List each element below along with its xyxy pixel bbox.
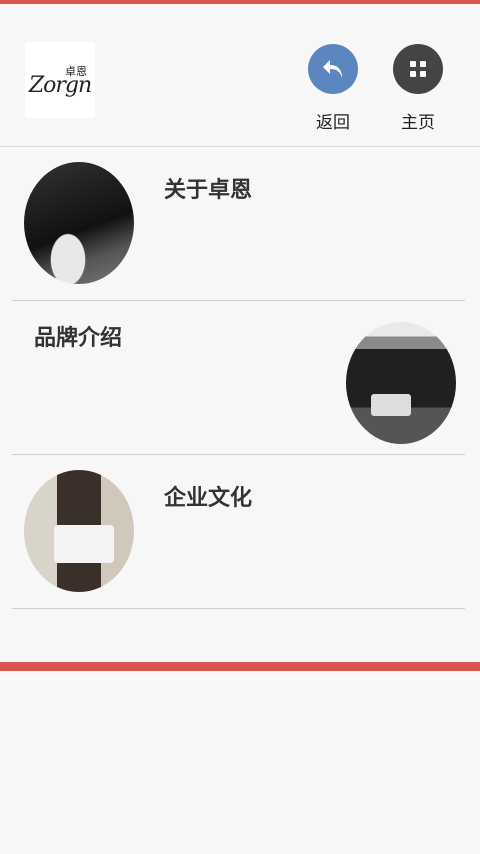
home-button[interactable]: 主页 [388,44,448,133]
grid-icon[interactable] [393,44,443,94]
list-item-culture[interactable]: 企业文化 [12,454,465,609]
back-button[interactable]: 返回 [303,44,363,133]
list-item-about[interactable]: 关于卓恩 [12,146,465,301]
back-icon[interactable] [308,44,358,94]
list-item-brand[interactable]: 品牌介绍 [12,300,465,455]
culture-thumbnail [24,470,134,592]
brand-logo[interactable]: 卓恩 Zorgn [25,42,95,118]
home-label[interactable]: 主页 [388,108,448,133]
culture-title[interactable]: 企业文化 [164,480,252,512]
bottom-accent-bar [0,662,480,671]
about-title[interactable]: 关于卓恩 [164,172,252,204]
brand-title[interactable]: 品牌介绍 [34,320,122,352]
logo-en-text: Zorgn [28,72,92,98]
back-label[interactable]: 返回 [303,108,363,133]
brand-thumbnail [346,322,456,444]
about-thumbnail [24,162,134,284]
header: 卓恩 Zorgn 返回 主页 [0,4,480,147]
